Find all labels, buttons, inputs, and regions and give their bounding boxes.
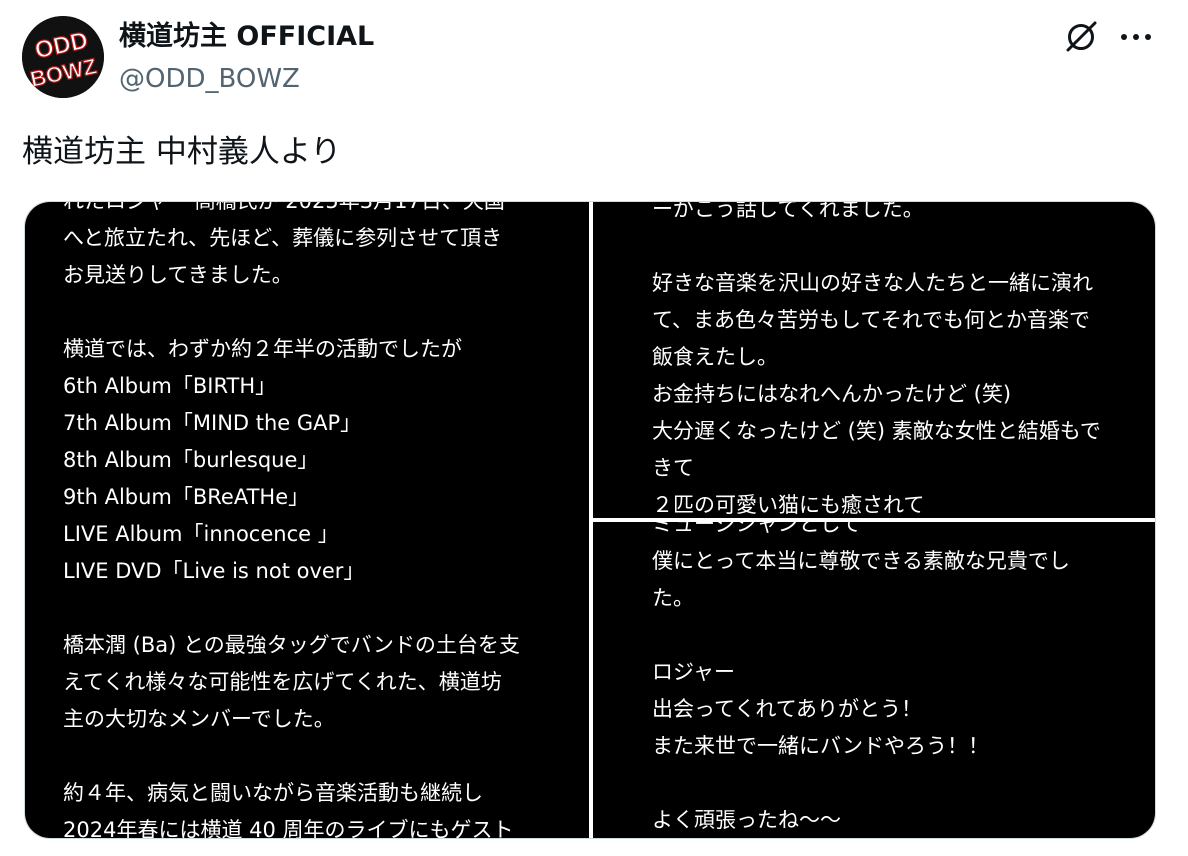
image-text-line: 8th Album「burlesque」 bbox=[63, 448, 319, 472]
image-text-line: LIVE Album「innocence 」 bbox=[63, 522, 339, 546]
image-text-line: ミュージシャンとして bbox=[652, 522, 861, 536]
image-text-line: 9th Album「BReATHe」 bbox=[63, 485, 310, 509]
media-image-bottom-right[interactable]: ミュージシャンとして 僕にとって本当に尊敬できる素敵な兄貴でし た。 ロジャー … bbox=[593, 522, 1155, 838]
image-text-line: 飯食えたし。 bbox=[652, 345, 778, 369]
more-options-icon[interactable] bbox=[1116, 22, 1156, 52]
grok-icon[interactable] bbox=[1062, 18, 1100, 56]
image-text-line: 橋本潤 (Ba) との最強タッグでバンドの土台を支 bbox=[63, 633, 520, 657]
tweet-text: 横道坊主 中村義人より bbox=[22, 134, 342, 170]
image-text-line bbox=[63, 294, 569, 331]
image-text-line: て、まあ色々苦労もしてそれでも何とか音楽で bbox=[652, 308, 1091, 332]
image-text-line: 好きな音楽を沢山の好きな人たちと一緒に演れ bbox=[652, 271, 1093, 295]
odd-bowz-logo: ODD BOWZ bbox=[22, 16, 104, 98]
image-text-line: お見送りしてきました。 bbox=[63, 263, 293, 287]
image-text-line bbox=[652, 765, 1135, 802]
image-text-block: ミュージシャンとして 僕にとって本当に尊敬できる素敵な兄貴でし た。 ロジャー … bbox=[652, 522, 1135, 838]
user-handle[interactable]: @ODD_BOWZ bbox=[119, 62, 300, 96]
avatar[interactable]: ODD BOWZ bbox=[22, 16, 104, 98]
image-text-line: 僕にとって本当に尊敬できる素敵な兄貴でし bbox=[652, 549, 1070, 573]
image-text-line: 6th Album「BIRTH」 bbox=[63, 374, 277, 398]
image-text-line: よく頑張ったね〜〜 bbox=[652, 808, 841, 832]
image-text-line: ロジャー bbox=[652, 660, 735, 684]
image-text-line: ２匹の可愛い猫にも癒されて bbox=[652, 493, 925, 517]
image-text-line: 出会ってくれてありがとう！ bbox=[652, 697, 923, 721]
image-text-block: れたロジャー 髙橋氏が 2025年3月17日、天国 へと旅立たれ、先ほど、葬儀に… bbox=[63, 202, 569, 838]
image-text-line bbox=[652, 228, 1135, 265]
image-text-line: へと旅立たれ、先ほど、葬儀に参列させて頂き bbox=[63, 226, 503, 250]
image-text-line: きて bbox=[652, 456, 694, 480]
image-text-line: LIVE DVD「Live is not over」 bbox=[63, 559, 365, 583]
image-text-line: 横道では、わずか約２年半の活動でしたが bbox=[63, 337, 462, 361]
display-name[interactable]: 横道坊主 OFFICIAL bbox=[119, 20, 374, 54]
media-grid: れたロジャー 髙橋氏が 2025年3月17日、天国 へと旅立たれ、先ほど、葬儀に… bbox=[24, 201, 1156, 839]
image-text-line: ーがこう話してくれました。 bbox=[652, 202, 924, 221]
image-text-line: お金持ちにはなれへんかったけど (笑) bbox=[652, 382, 1012, 406]
image-text-line bbox=[63, 590, 569, 627]
image-text-line: また来世で一緒にバンドやろう！！ bbox=[652, 734, 990, 758]
image-text-line: た。 bbox=[652, 586, 694, 610]
image-text-line: 7th Album「MIND the GAP」 bbox=[63, 411, 362, 435]
image-text-line: 約４年、病気と闘いながら音楽活動も継続し bbox=[63, 781, 483, 805]
image-text-line bbox=[63, 738, 569, 775]
image-text-line: 大分遅くなったけど (笑) 素敵な女性と結婚もで bbox=[652, 419, 1101, 443]
media-image-top-right[interactable]: ーがこう話してくれました。 好きな音楽を沢山の好きな人たちと一緒に演れ て、まあ… bbox=[593, 202, 1155, 518]
image-text-line: えてくれ様々な可能性を広げてくれた、横道坊 bbox=[63, 670, 502, 694]
media-image-left[interactable]: れたロジャー 髙橋氏が 2025年3月17日、天国 へと旅立たれ、先ほど、葬儀に… bbox=[25, 202, 589, 838]
image-text-line: 主の大切なメンバーでした。 bbox=[63, 707, 335, 731]
image-text-line: 2024年春には横道 40 周年のライブにもゲスト bbox=[63, 818, 514, 838]
image-text-line: れたロジャー 髙橋氏が 2025年3月17日、天国 bbox=[63, 202, 569, 220]
image-text-line bbox=[652, 617, 1135, 654]
image-text-block: ーがこう話してくれました。 好きな音楽を沢山の好きな人たちと一緒に演れ て、まあ… bbox=[652, 202, 1135, 518]
